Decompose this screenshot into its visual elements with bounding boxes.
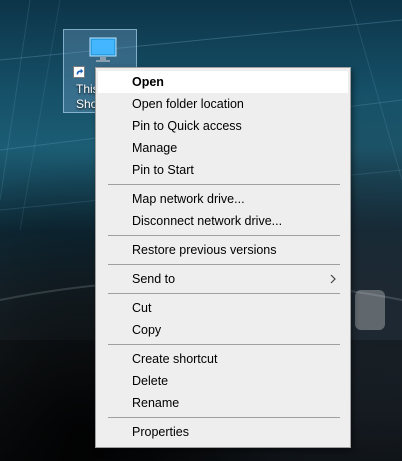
menu-item-pin-to-start[interactable]: Pin to Start [98, 159, 348, 181]
menu-separator [108, 235, 340, 236]
menu-item-pin-to-quick-access[interactable]: Pin to Quick access [98, 115, 348, 137]
chevron-right-icon [330, 274, 336, 284]
menu-item-send-to-label: Send to [132, 272, 176, 286]
monitor-icon [89, 37, 117, 62]
menu-separator [108, 264, 340, 265]
shortcut-arrow-icon [73, 66, 85, 78]
menu-separator [108, 344, 340, 345]
menu-item-map-network-drive[interactable]: Map network drive... [98, 188, 348, 210]
menu-item-cut[interactable]: Cut [98, 297, 348, 319]
menu-item-open[interactable]: Open [98, 71, 348, 93]
menu-item-open-folder-location[interactable]: Open folder location [98, 93, 348, 115]
menu-separator [108, 293, 340, 294]
menu-item-manage[interactable]: Manage [98, 137, 348, 159]
menu-separator [108, 417, 340, 418]
menu-item-rename[interactable]: Rename [98, 392, 348, 414]
menu-item-restore-previous-versions[interactable]: Restore previous versions [98, 239, 348, 261]
desktop-background: This Sho Open Open folder location Pin t… [0, 0, 402, 461]
menu-item-properties[interactable]: Properties [98, 421, 348, 443]
menu-item-copy[interactable]: Copy [98, 319, 348, 341]
menu-item-delete[interactable]: Delete [98, 370, 348, 392]
menu-separator [108, 184, 340, 185]
menu-item-create-shortcut[interactable]: Create shortcut [98, 348, 348, 370]
menu-item-send-to[interactable]: Send to [98, 268, 348, 290]
context-menu: Open Open folder location Pin to Quick a… [95, 67, 351, 448]
menu-item-disconnect-network-drive[interactable]: Disconnect network drive... [98, 210, 348, 232]
